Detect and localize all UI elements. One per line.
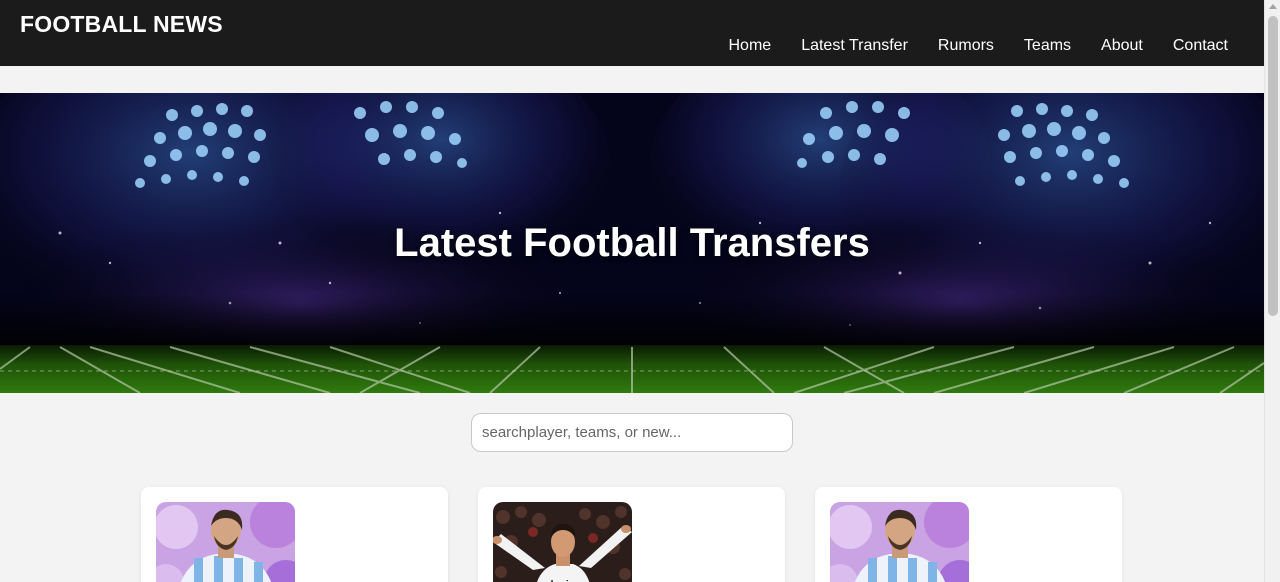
news-card[interactable]: 10 [815,487,1122,582]
nav-contact-link[interactable]: Contact [1173,37,1228,55]
player-photo: 10 [156,502,295,582]
search-input[interactable] [471,413,793,452]
hero-banner: Latest Football Transfers [0,93,1264,393]
hero-title: Latest Football Transfers [394,221,870,265]
main-nav: Home Latest Transfer Rumors Teams About … [729,37,1229,55]
nav-teams-link[interactable]: Teams [1024,37,1071,55]
player-photo: 10 [830,502,969,582]
news-card[interactable]: 10 [141,487,448,582]
news-card[interactable]: bwin [478,487,785,582]
page: FOOTBALL NEWS Home Latest Transfer Rumor… [0,0,1264,582]
nav-rumors-link[interactable]: Rumors [938,37,994,55]
scroll-up-arrow-icon[interactable] [1269,4,1277,9]
nav-about-link[interactable]: About [1101,37,1143,55]
nav-home-link[interactable]: Home [729,37,772,55]
site-logo[interactable]: FOOTBALL NEWS [20,11,223,38]
vertical-scrollbar[interactable] [1264,0,1280,582]
nav-latest-transfer-link[interactable]: Latest Transfer [801,37,908,55]
scrollbar-thumb[interactable] [1268,16,1278,316]
player-photo: bwin [493,502,632,582]
site-header: FOOTBALL NEWS Home Latest Transfer Rumor… [0,0,1264,66]
